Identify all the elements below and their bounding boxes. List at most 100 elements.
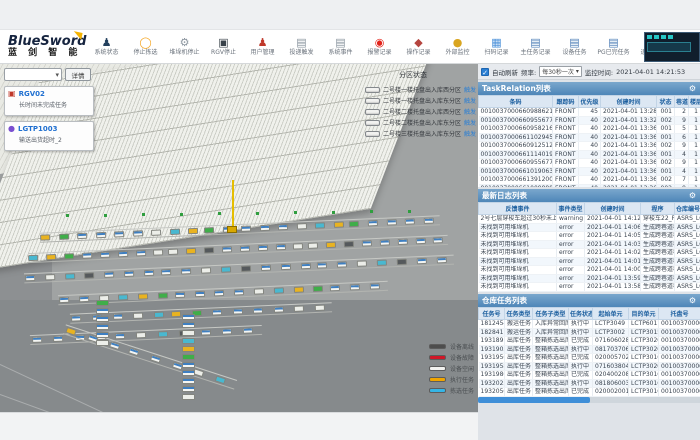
zone-checkbox[interactable] <box>365 87 380 93</box>
cell: 002 <box>657 142 675 151</box>
table-row[interactable]: 未找到可用堆垛机error2021-04-01 14:05:56生成跨巷道移库任… <box>479 232 700 241</box>
cell: 2021-04-01 14:00:53 <box>585 266 641 275</box>
pg-monitor-thumbnail[interactable] <box>644 32 700 62</box>
table-row[interactable]: 00100370006609125123FRONT402021-04-01 13… <box>479 142 700 151</box>
table-row[interactable]: 1812454搬运任务入库异常回库执行中LCTP3049LCTP60110010… <box>479 320 700 329</box>
gear-icon[interactable]: ⚙ <box>689 84 696 93</box>
alert-card[interactable]: ▣ RGV02 长时间未完成任务 <box>4 86 94 116</box>
table-row[interactable]: 00100370006609582162FRONT402021-04-01 13… <box>479 125 700 134</box>
cell: error <box>557 283 585 292</box>
pallet <box>186 248 196 254</box>
gear-icon[interactable]: ⚙ <box>689 191 696 200</box>
table-row[interactable]: 00100370006611140190FRONT402021-04-01 13… <box>479 150 700 159</box>
table-row[interactable]: 1931980出库任务整箱拣选出库已完成0204002081LCTP301600… <box>479 371 700 380</box>
table-row[interactable]: 1931958出库任务整箱拣选出库执行中0716038042LCTP302000… <box>479 362 700 371</box>
table-row[interactable]: 未找到可用堆垛机error2021-04-01 14:01:54生成跨巷道移库任… <box>479 257 700 266</box>
toolbar-button[interactable]: ◉ 报警记录 <box>361 36 398 57</box>
pallet <box>234 289 244 295</box>
table-row[interactable]: 未找到可用堆垛机error2021-04-01 14:03:56生成跨巷道移库任… <box>479 240 700 249</box>
cell: 2021-04-01 13:36:20 <box>601 150 657 159</box>
pg-finished-task-icon: ▤ <box>608 36 618 49</box>
gear-icon[interactable]: ⚙ <box>689 296 696 305</box>
toolbar-button[interactable]: ◆ 操作记录 <box>400 36 437 57</box>
toolbar-button[interactable]: ⚙ 堆垛机停止 <box>166 36 203 57</box>
zone-checkbox[interactable] <box>365 109 380 115</box>
zone-list: 二号楼一楼托盘出入库西分区 触发 二号楼一楼托盘出入库东分区 触发 二号楼二楼托… <box>300 84 476 139</box>
cell: 出库任务 <box>505 362 533 371</box>
horizontal-scrollbar-track[interactable] <box>478 397 700 403</box>
pallet <box>133 313 143 319</box>
zone-checkbox[interactable] <box>365 120 380 126</box>
warehouse-3d-view[interactable]: ▾ 详情 ▣ RGV02 长时间未完成任务 ● LGTP1003 <box>0 64 478 412</box>
toolbar-button[interactable]: ▤ 投递触发 <box>283 36 320 57</box>
toolbar-button[interactable]: ● 外部监控 <box>439 36 476 57</box>
zone-checkbox[interactable] <box>365 131 380 137</box>
cell: LCTP3016 <box>629 388 659 397</box>
table-row[interactable]: 1932050出库任务整箱拣选出库已完成0200020011LCTP301600… <box>479 388 700 397</box>
zone-trigger-link[interactable]: 触发 <box>464 96 476 105</box>
cell: 生成跨巷道移库任务模块 <box>641 291 675 292</box>
refresh-frequency-select[interactable]: 每30秒一次 ▾ <box>539 66 582 77</box>
pallet <box>175 292 185 298</box>
toolbar-button[interactable]: ▤ 系统事件 <box>322 36 359 57</box>
table-row[interactable]: 00100370006611029457FRONT402021-04-01 13… <box>479 133 700 142</box>
cell: 生成跨巷道移库任务模块 <box>641 283 675 292</box>
detail-button[interactable]: 详情 <box>65 68 91 81</box>
table-row[interactable]: 2号七层穿梭车超过30秒未上报状态warning2021-04-01 14:12… <box>479 215 700 224</box>
toolbar-button[interactable]: ♟ 系统状态 <box>88 36 125 57</box>
zone-trigger-link[interactable]: 触发 <box>464 107 476 116</box>
status-dot <box>142 213 145 216</box>
horizontal-scrollbar[interactable] <box>478 397 590 403</box>
table-row[interactable]: 1931891出库任务整箱拣选出库已完成0716060282LCTP302000… <box>479 337 700 346</box>
device-filter-select[interactable]: ▾ <box>4 68 62 81</box>
legend-swatch <box>429 344 446 349</box>
pallet <box>370 283 380 289</box>
legend-row: 设备空闲 <box>429 363 474 374</box>
table-row[interactable]: 00100370006613912005FRONT402021-04-01 13… <box>479 176 700 185</box>
cell: 整箱拣选出库 <box>533 371 569 380</box>
table-row[interactable]: 00100370006610190639FRONT402021-04-01 13… <box>479 167 700 176</box>
toolbar-button[interactable]: ▣ RGV停止 <box>205 36 242 57</box>
system-status-icon: ♟ <box>102 36 112 49</box>
table-row[interactable]: 未找到可用堆垛机error2021-04-01 14:02:55生成跨巷道移库任… <box>479 249 700 258</box>
cell: 4 <box>675 150 689 159</box>
toolbar-button[interactable]: ▤ PG已完任务 <box>595 36 632 57</box>
table-row[interactable]: 00100370006609556770FRONT402021-04-01 13… <box>479 159 700 168</box>
cell: 7 <box>675 176 689 185</box>
toolbar-button[interactable]: ▤ 主任务记录 <box>517 36 554 57</box>
toolbar-button[interactable]: ▦ 扫码记录 <box>478 36 515 57</box>
zone-checkbox[interactable] <box>365 98 380 104</box>
cell: 已完成 <box>569 337 593 346</box>
table-row[interactable]: 1931905出库任务整箱拣选出库执行中0817037061LCTP302000… <box>479 345 700 354</box>
table-row[interactable]: 1828411搬运任务入库异常回库执行中LCTP3002LCTP30150010… <box>479 328 700 337</box>
pallet <box>109 341 120 350</box>
table-row[interactable]: 未找到可用堆垛机error2021-04-01 13:57:50生成跨巷道移库任… <box>479 291 700 292</box>
toolbar-button[interactable]: ◯ 停止拣选 <box>127 36 164 57</box>
toolbar-button[interactable]: ▤ 设备任务 <box>556 36 593 57</box>
cell: 1 <box>689 176 700 185</box>
table-row[interactable]: 1931956出库任务整箱拣选出库已完成0200057022LCTP301600… <box>479 354 700 363</box>
column-header: 任务状态 <box>569 308 593 320</box>
table-row[interactable]: 未找到可用堆垛机error2021-04-01 13:58:51生成跨巷道移库任… <box>479 283 700 292</box>
auto-refresh-checkbox[interactable]: ✓ <box>481 68 489 76</box>
table-row[interactable]: 未找到可用堆垛机error2021-04-01 14:06:57生成跨巷道移库任… <box>479 223 700 232</box>
pallet <box>397 259 407 265</box>
pallet <box>297 223 307 229</box>
status-dot <box>294 211 297 214</box>
table-row[interactable]: 00100370006610098881FRONT402021-04-01 13… <box>479 184 700 187</box>
table-row[interactable]: 1932025出库任务整箱拣选出库执行中0818060032LCTP301600… <box>479 379 700 388</box>
table-row[interactable]: 00100370006609556770FRONT402021-04-01 13… <box>479 116 700 125</box>
toolbar-button[interactable]: ♟ 用户管理 <box>244 36 281 57</box>
legend-label: 设备离线 <box>450 342 474 351</box>
table-row[interactable]: 未找到可用堆垛机error2021-04-01 14:00:53生成跨巷道移库任… <box>479 266 700 275</box>
table-row[interactable]: 00100370006609886219FRONT452021-04-01 13… <box>479 108 700 117</box>
zone-trigger-link[interactable]: 触发 <box>464 118 476 127</box>
zone-trigger-link[interactable]: 触发 <box>464 129 476 138</box>
table-row[interactable]: 未找到可用堆垛机error2021-04-01 13:59:52生成跨巷道移库任… <box>479 274 700 283</box>
pallet <box>362 240 372 246</box>
cell: 生成跨巷道移库任务模块 <box>641 266 675 275</box>
pallet <box>150 354 161 363</box>
pallet <box>28 255 38 261</box>
alert-card[interactable]: ● LGTP1003 输送出货超时_2 <box>4 121 94 151</box>
zone-trigger-link[interactable]: 触发 <box>464 85 476 94</box>
